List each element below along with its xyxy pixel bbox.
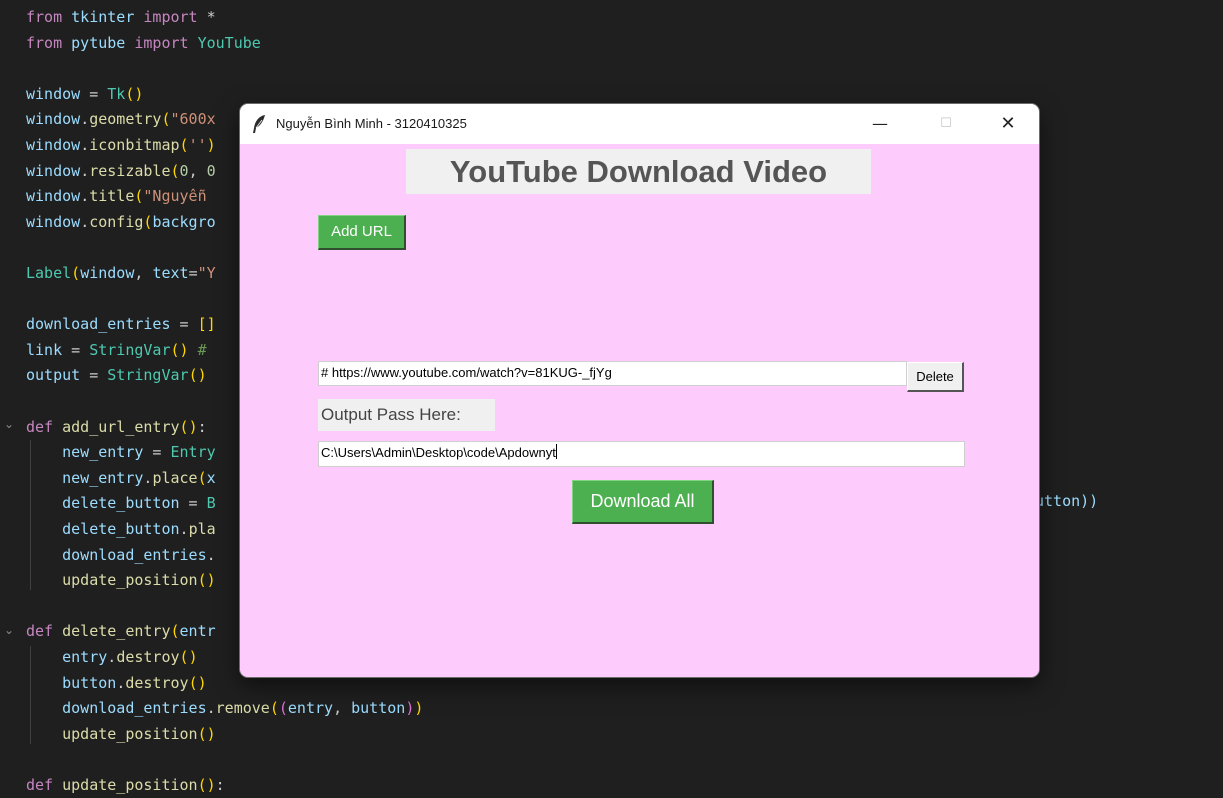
download-all-button[interactable]: Download All bbox=[572, 480, 714, 524]
title-bar[interactable]: Nguyễn Bình Minh - 3120410325 — ☐ ✕ bbox=[240, 104, 1039, 144]
code-line: from tkinter import * bbox=[26, 8, 216, 26]
app-window: Nguyễn Bình Minh - 3120410325 — ☐ ✕ YouT… bbox=[240, 104, 1039, 677]
url-entry-field[interactable]: # https://www.youtube.com/watch?v=81KUG-… bbox=[318, 361, 907, 386]
fold-chevron-icon[interactable]: ⌄ bbox=[4, 411, 14, 437]
code-line: window.iconbitmap('') bbox=[26, 136, 216, 154]
app-client-area: YouTube Download Video Add URL # https:/… bbox=[240, 144, 1039, 677]
text-caret bbox=[555, 444, 557, 459]
code-line: Label(window, text="Y bbox=[26, 264, 216, 282]
code-line: download_entries = [] bbox=[26, 315, 216, 334]
code-line: button.destroy() bbox=[62, 673, 207, 692]
code-line: def add_url_entry(): bbox=[26, 417, 207, 436]
code-line: delete_button = B bbox=[62, 494, 216, 513]
url-entry-text: # https://www.youtube.com/watch?v=81KUG-… bbox=[321, 365, 612, 380]
code-line: update_position() bbox=[62, 571, 216, 590]
fold-chevron-icon[interactable]: ⌄ bbox=[4, 617, 14, 643]
code-line: def delete_entry(entr bbox=[26, 622, 216, 641]
add-url-button[interactable]: Add URL bbox=[318, 215, 406, 250]
feather-icon bbox=[253, 115, 265, 133]
delete-button[interactable]: Delete bbox=[907, 362, 964, 392]
code-line: delete_button.pla bbox=[62, 520, 216, 538]
code-overflow-text: utton)) bbox=[1035, 492, 1099, 510]
code-line: window.title("Nguyễn bbox=[26, 187, 207, 206]
page-title: YouTube Download Video bbox=[406, 149, 871, 194]
code-line: new_entry.place(x bbox=[62, 468, 216, 487]
maximize-button: ☐ bbox=[940, 116, 952, 131]
close-button[interactable]: ✕ bbox=[985, 104, 1031, 144]
code-line: new_entry = Entry bbox=[62, 443, 216, 462]
code-line: download_entries.remove((entry, button)) bbox=[62, 699, 424, 718]
code-line: window.config(backgro bbox=[26, 212, 216, 231]
code-line: output = StringVar() bbox=[26, 366, 207, 385]
code-line: window.resizable(0, 0 bbox=[26, 161, 216, 180]
code-line: entry.destroy() bbox=[62, 648, 198, 666]
output-path-label: Output Pass Here: bbox=[318, 399, 495, 431]
code-line: window = Tk() bbox=[26, 84, 144, 103]
minimize-button[interactable]: — bbox=[857, 104, 903, 144]
code-line: download_entries. bbox=[62, 545, 216, 564]
code-line: def update_position(): bbox=[26, 776, 225, 794]
code-line: from pytube import YouTube bbox=[26, 33, 261, 52]
code-line: window.geometry("600x bbox=[26, 110, 216, 129]
window-title: Nguyễn Bình Minh - 3120410325 bbox=[276, 116, 467, 131]
output-path-text: C:\Users\Admin\Desktop\code\Apdownyt bbox=[321, 445, 556, 460]
code-line: update_position() bbox=[62, 724, 216, 743]
output-path-field[interactable]: C:\Users\Admin\Desktop\code\Apdownyt bbox=[318, 441, 965, 467]
code-line: link = StringVar() # bbox=[26, 340, 207, 359]
